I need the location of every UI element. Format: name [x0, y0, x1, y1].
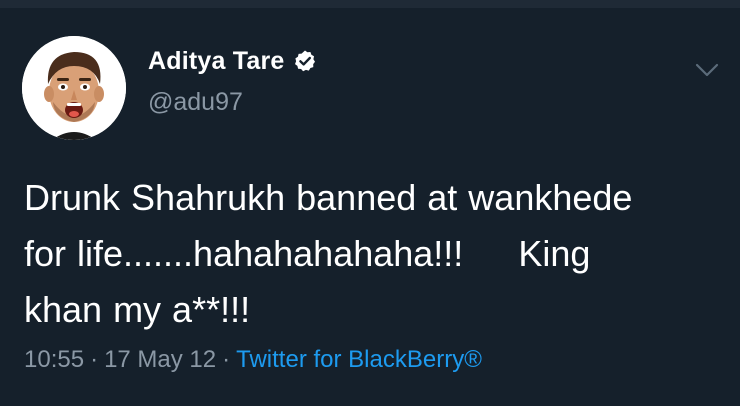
top-divider [0, 0, 740, 8]
tweet-date[interactable]: 17 May 12 [104, 346, 216, 373]
chevron-down-icon[interactable] [693, 60, 721, 80]
tweet-text: Drunk Shahrukh banned at wankhede for li… [24, 177, 633, 330]
tweet-time[interactable]: 10:55 [24, 346, 84, 373]
tweet-card: Aditya Tare @adu97 Drunk Shahrukh banned… [0, 8, 740, 406]
author-row: Aditya Tare [148, 44, 317, 78]
author-name[interactable]: Aditya Tare [148, 47, 285, 76]
tweet-meta: 10:55 · 17 May 12 · Twitter for BlackBerry® [24, 346, 482, 374]
author-handle[interactable]: @adu97 [148, 88, 243, 117]
avatar[interactable] [22, 36, 126, 140]
avatar-illustration [22, 36, 126, 140]
meta-separator: · [90, 346, 99, 373]
meta-separator: · [222, 346, 231, 373]
verified-badge-icon [293, 49, 317, 73]
tweet-source-link[interactable]: Twitter for BlackBerry® [236, 346, 482, 373]
